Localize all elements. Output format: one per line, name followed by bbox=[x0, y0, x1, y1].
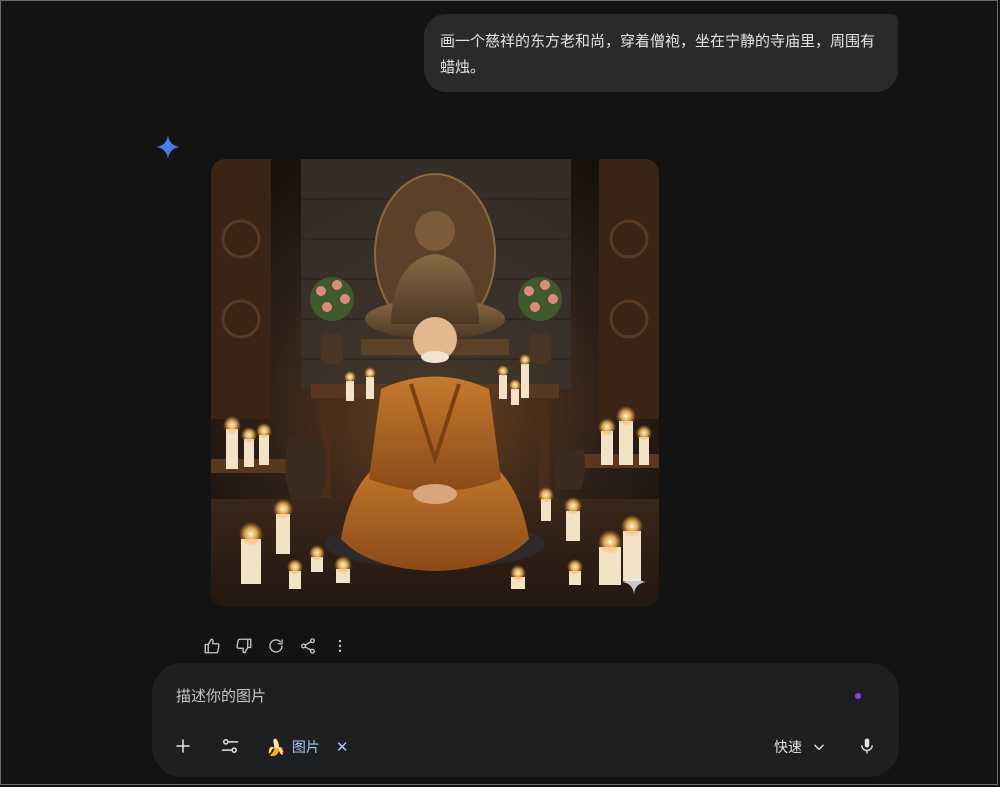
composer-panel: 🍌 图片 ✕ 快速 bbox=[152, 663, 899, 777]
image-mode-chip[interactable]: 🍌 图片 ✕ bbox=[266, 733, 349, 761]
thumb-up-icon bbox=[204, 638, 220, 654]
image-chip-label: 图片 bbox=[291, 740, 320, 756]
microphone-button[interactable] bbox=[853, 732, 881, 760]
share-icon bbox=[300, 638, 316, 654]
more-vert-icon bbox=[338, 639, 342, 653]
response-actions bbox=[200, 634, 352, 658]
regenerate-button[interactable] bbox=[264, 634, 288, 658]
plus-icon bbox=[176, 739, 190, 753]
share-button[interactable] bbox=[296, 634, 320, 658]
tune-icon bbox=[221, 739, 239, 753]
model-mode-selector[interactable]: 快速 bbox=[774, 733, 826, 761]
regenerate-icon bbox=[269, 639, 283, 653]
chevron-down-icon bbox=[814, 744, 824, 751]
image-watermark-spark-icon bbox=[622, 570, 646, 594]
user-message-bubble: 画一个慈祥的东方老和尚，穿着僧袍，坐在宁静的寺庙里，周围有蜡烛。 bbox=[424, 14, 898, 92]
status-dot bbox=[855, 693, 861, 699]
add-button[interactable] bbox=[169, 732, 197, 760]
thumb-up-button[interactable] bbox=[200, 634, 224, 658]
banana-icon: 🍌 bbox=[266, 737, 286, 757]
thumb-down-button[interactable] bbox=[232, 634, 256, 658]
user-message-text: 画一个慈祥的东方老和尚，穿着僧袍，坐在宁静的寺庙里，周围有蜡烛。 bbox=[440, 32, 876, 76]
tools-button[interactable] bbox=[216, 732, 244, 760]
mode-label: 快速 bbox=[774, 740, 802, 756]
generated-image[interactable] bbox=[211, 159, 659, 607]
chip-close-icon[interactable]: ✕ bbox=[336, 738, 349, 756]
microphone-icon bbox=[861, 738, 873, 754]
monk-temple-illustration bbox=[211, 159, 659, 607]
thumb-down-icon bbox=[236, 638, 252, 654]
more-options-button[interactable] bbox=[328, 634, 352, 658]
prompt-input[interactable] bbox=[176, 684, 816, 708]
gemini-spark-icon bbox=[156, 135, 180, 159]
